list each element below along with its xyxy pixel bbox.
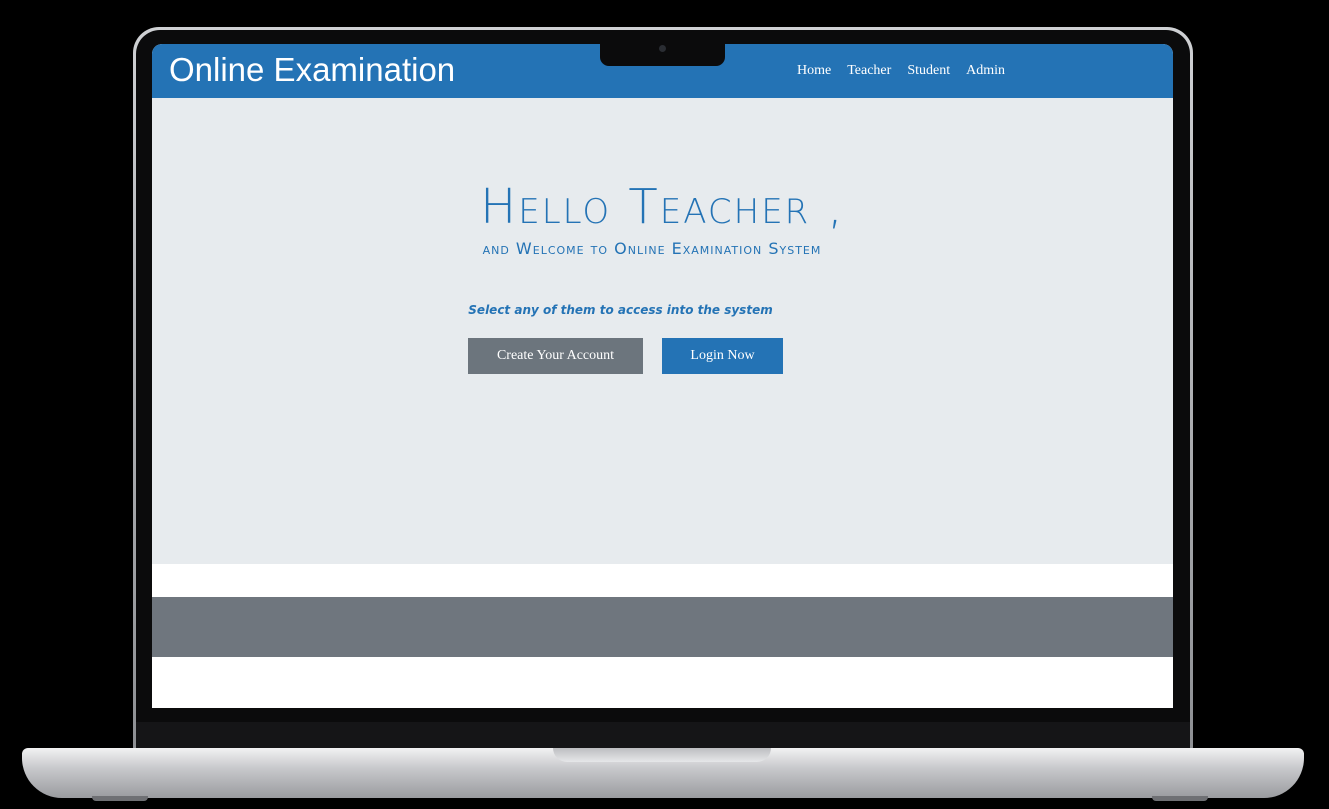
create-account-button[interactable]: Create Your Account xyxy=(468,338,643,374)
hero-instruction: Select any of them to access into the sy… xyxy=(468,303,773,317)
nav-link-home[interactable]: Home xyxy=(797,61,831,81)
camera-icon xyxy=(659,45,666,52)
screen: Online Examination Home Teacher Student … xyxy=(152,44,1173,708)
laptop-foot-left xyxy=(92,796,148,801)
hero-title: Hello Teacher , xyxy=(480,179,845,235)
laptop-base-notch xyxy=(553,748,771,762)
hero-section: Hello Teacher , and Welcome to Online Ex… xyxy=(152,98,1173,564)
login-now-button[interactable]: Login Now xyxy=(662,338,783,374)
footer xyxy=(152,597,1173,657)
nav-link-teacher[interactable]: Teacher xyxy=(847,61,891,81)
hero-subtitle: and Welcome to Online Examination System xyxy=(482,239,822,258)
content-spacer xyxy=(152,564,1173,597)
nav-link-admin[interactable]: Admin xyxy=(966,61,1005,81)
camera-notch xyxy=(600,44,725,66)
nav-link-student[interactable]: Student xyxy=(907,61,950,81)
page-bottom xyxy=(152,657,1173,708)
brand-title[interactable]: Online Examination xyxy=(169,50,455,90)
laptop-chin xyxy=(136,722,1190,748)
nav-links: Home Teacher Student Admin xyxy=(797,61,1005,81)
laptop-foot-right xyxy=(1152,796,1208,801)
